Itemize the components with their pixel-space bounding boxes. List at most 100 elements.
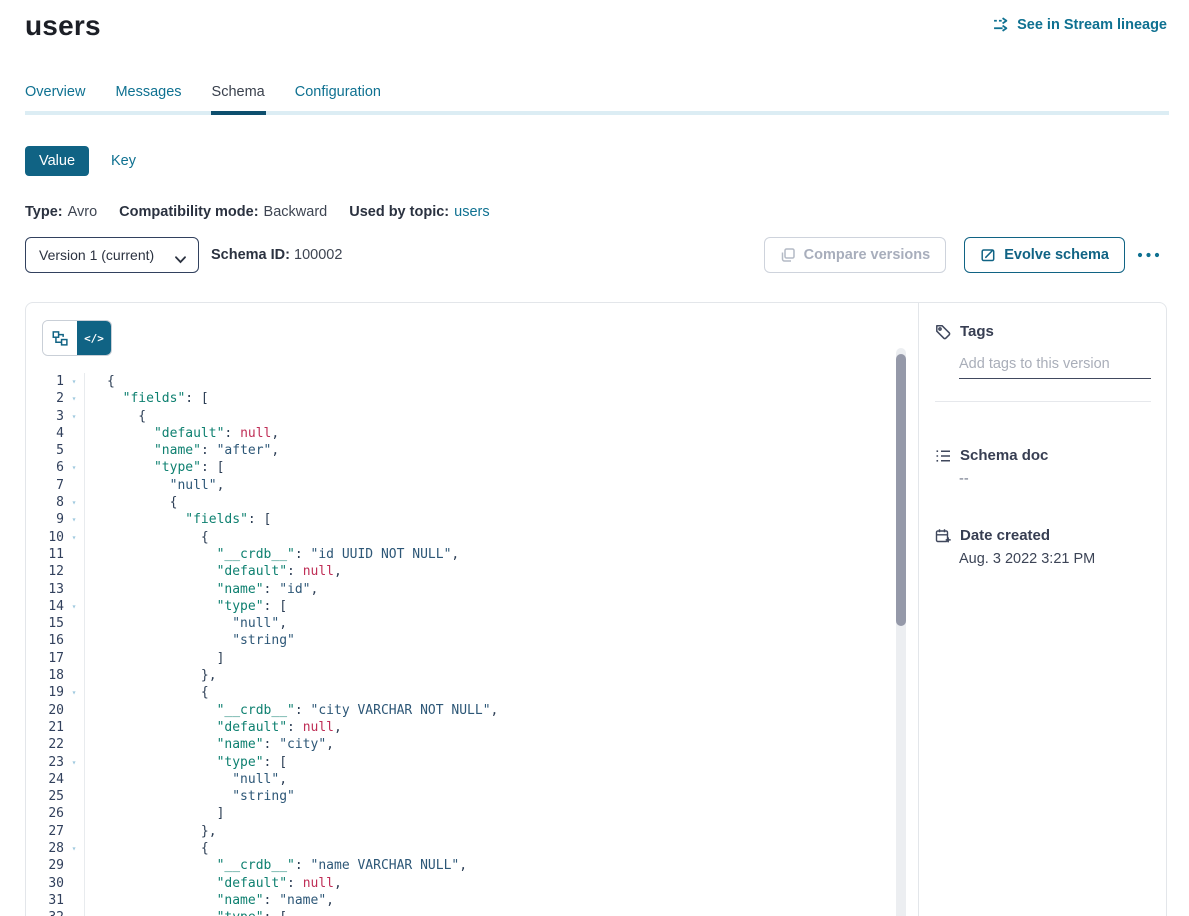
date-created-section-header: Date created bbox=[935, 527, 1151, 544]
tab-underline-track bbox=[25, 111, 1169, 115]
schema-code-editor: 1▾{2▾ "fields": [3▾ {4 "default": null,5… bbox=[26, 373, 896, 916]
value-toggle-button[interactable]: Value bbox=[25, 146, 89, 176]
date-created-heading: Date created bbox=[960, 527, 1050, 544]
code-text: "fields": [ bbox=[84, 390, 896, 407]
tree-view-button[interactable] bbox=[43, 321, 77, 355]
code-line: 27 }, bbox=[26, 823, 896, 840]
code-line: 3▾ { bbox=[26, 408, 896, 425]
stream-lineage-label: See in Stream lineage bbox=[1017, 17, 1167, 33]
fold-spacer bbox=[64, 857, 84, 874]
code-text: "default": null, bbox=[84, 875, 896, 892]
code-text: "__crdb__": "id UUID NOT NULL", bbox=[84, 546, 896, 563]
chevron-down-icon bbox=[175, 251, 186, 259]
code-text: "fields": [ bbox=[84, 511, 896, 528]
code-text: ] bbox=[84, 650, 896, 667]
line-number: 5 bbox=[26, 442, 64, 459]
code-line: 7 "null", bbox=[26, 477, 896, 494]
line-number: 30 bbox=[26, 875, 64, 892]
schema-meta: Type:Avro Compatibility mode:Backward Us… bbox=[25, 204, 1167, 220]
compare-versions-button[interactable]: Compare versions bbox=[764, 237, 947, 273]
topic-label: Used by topic: bbox=[349, 204, 449, 220]
code-text: }, bbox=[84, 823, 896, 840]
type-field: Type:Avro bbox=[25, 204, 97, 220]
evolve-schema-label: Evolve schema bbox=[1004, 247, 1109, 263]
code-text: { bbox=[84, 840, 896, 857]
fold-spacer bbox=[64, 719, 84, 736]
fold-spacer bbox=[64, 632, 84, 649]
code-text: "string" bbox=[84, 788, 896, 805]
code-text: "type": [ bbox=[84, 909, 896, 916]
line-number: 18 bbox=[26, 667, 64, 684]
schema-sidebar: Tags Schema doc -- bbox=[918, 303, 1166, 916]
code-line: 9▾ "fields": [ bbox=[26, 511, 896, 528]
code-text: "name": "city", bbox=[84, 736, 896, 753]
topic-field: Used by topic: users bbox=[349, 204, 489, 220]
version-bar: Version 1 (current) Schema ID: 100002 Co… bbox=[25, 237, 1167, 273]
code-line: 12 "default": null, bbox=[26, 563, 896, 580]
code-line: 14▾ "type": [ bbox=[26, 598, 896, 615]
evolve-schema-button[interactable]: Evolve schema bbox=[964, 237, 1125, 273]
more-options-button[interactable] bbox=[1131, 237, 1167, 273]
version-select[interactable]: Version 1 (current) bbox=[25, 237, 199, 273]
code-line: 18 }, bbox=[26, 667, 896, 684]
code-text: }, bbox=[84, 667, 896, 684]
editor-scrollbar-thumb[interactable] bbox=[896, 354, 906, 626]
code-line: 30 "default": null, bbox=[26, 875, 896, 892]
schema-editor-pane: </> 1▾{2▾ "fields": [3▾ {4 "default": nu… bbox=[26, 303, 918, 916]
topic-link[interactable]: users bbox=[454, 204, 489, 220]
stream-lineage-icon bbox=[993, 16, 1010, 33]
fold-arrow-icon[interactable]: ▾ bbox=[64, 390, 84, 407]
stream-lineage-link[interactable]: See in Stream lineage bbox=[993, 16, 1167, 33]
sidebar-divider bbox=[935, 401, 1151, 402]
compare-versions-icon bbox=[780, 247, 796, 263]
code-line: 2▾ "fields": [ bbox=[26, 390, 896, 407]
schema-doc-section-header: Schema doc bbox=[935, 447, 1151, 464]
schema-card: </> 1▾{2▾ "fields": [3▾ {4 "default": nu… bbox=[25, 302, 1167, 916]
line-number: 16 bbox=[26, 632, 64, 649]
value-key-toggle: Value Key bbox=[25, 146, 1167, 176]
fold-arrow-icon[interactable]: ▾ bbox=[64, 511, 84, 528]
schema-id-label: Schema ID: bbox=[211, 247, 290, 263]
line-number: 10 bbox=[26, 529, 64, 546]
line-number: 28 bbox=[26, 840, 64, 857]
fold-arrow-icon[interactable]: ▾ bbox=[64, 529, 84, 546]
fold-arrow-icon[interactable]: ▾ bbox=[64, 684, 84, 701]
key-toggle-button[interactable]: Key bbox=[111, 153, 136, 169]
fold-arrow-icon[interactable]: ▾ bbox=[64, 909, 84, 916]
line-number: 20 bbox=[26, 702, 64, 719]
code-text: "__crdb__": "name VARCHAR NULL", bbox=[84, 857, 896, 874]
code-line: 4 "default": null, bbox=[26, 425, 896, 442]
code-view-button[interactable]: </> bbox=[77, 321, 111, 355]
view-mode-toggle: </> bbox=[42, 320, 112, 356]
code-text: "default": null, bbox=[84, 719, 896, 736]
fold-arrow-icon[interactable]: ▾ bbox=[64, 373, 84, 390]
add-tags-input[interactable] bbox=[959, 354, 1151, 379]
compat-value: Backward bbox=[264, 204, 328, 220]
line-number: 24 bbox=[26, 771, 64, 788]
code-text: "null", bbox=[84, 771, 896, 788]
code-text: "__crdb__": "city VARCHAR NOT NULL", bbox=[84, 702, 896, 719]
fold-arrow-icon[interactable]: ▾ bbox=[64, 408, 84, 425]
fold-arrow-icon[interactable]: ▾ bbox=[64, 840, 84, 857]
edit-icon bbox=[980, 247, 996, 263]
line-number: 2 bbox=[26, 390, 64, 407]
fold-arrow-icon[interactable]: ▾ bbox=[64, 459, 84, 476]
fold-spacer bbox=[64, 805, 84, 822]
code-line: 26 ] bbox=[26, 805, 896, 822]
tag-icon bbox=[935, 324, 951, 340]
code-text: { bbox=[84, 529, 896, 546]
code-line: 10▾ { bbox=[26, 529, 896, 546]
tab-schema[interactable]: Schema bbox=[212, 84, 265, 115]
fold-spacer bbox=[64, 615, 84, 632]
line-number: 6 bbox=[26, 459, 64, 476]
fold-arrow-icon[interactable]: ▾ bbox=[64, 598, 84, 615]
line-number: 7 bbox=[26, 477, 64, 494]
line-number: 11 bbox=[26, 546, 64, 563]
fold-arrow-icon[interactable]: ▾ bbox=[64, 754, 84, 771]
line-number: 23 bbox=[26, 754, 64, 771]
fold-arrow-icon[interactable]: ▾ bbox=[64, 494, 84, 511]
fold-spacer bbox=[64, 546, 84, 563]
code-line: 31 "name": "name", bbox=[26, 892, 896, 909]
line-number: 32 bbox=[26, 909, 64, 916]
code-text: "type": [ bbox=[84, 459, 896, 476]
